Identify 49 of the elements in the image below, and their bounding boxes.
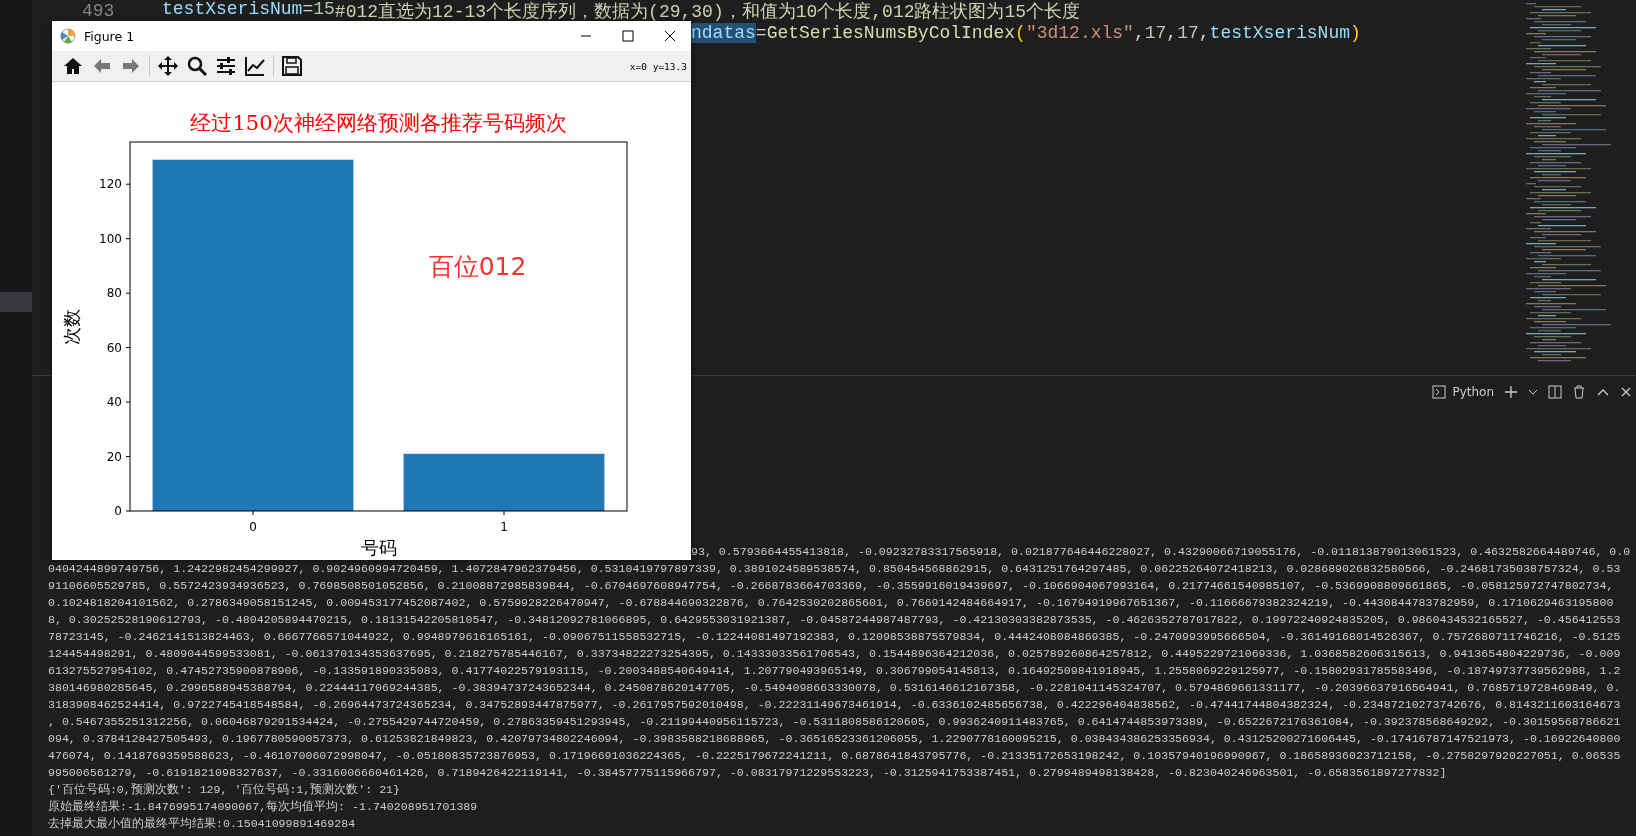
axis-label: 号码 — [360, 537, 397, 558]
terminal-output-line: 8, 0.30252528190612793, -0.4804205894470215, 0.18131542205810547, -0.34812092781066895, 0.6429553031921387, -0.04587244987487793, -0.42130303382873535, -0.4626352787017822, 0.19972240924835205, 0.9860434532165527, -0.456412553 — [48, 612, 1621, 628]
app-logo-icon — [60, 28, 76, 44]
tick-label: 120 — [99, 177, 122, 192]
terminal-output-line: 476074, 0.1418769359588623, -0.46107006072998047, -0.05180835723876953, 0.17196691036224365, -0.2225179672241211, 0.6878641843795776, -0.21335172653198242, 0.10357940196990967, 0.18658936023712158, -0.2758297920227051, 0.06535 — [48, 748, 1621, 764]
move-icon[interactable] — [157, 55, 179, 77]
terminal-output-line: 91106605529785, 0.5572423934936523, 0.7698508501052856, 0.21008872985839844, -0.6704697608947754, -0.2668783664703369, -0.3559916019439697, -0.1066904067993164, 0.21774661540985107, -0.5369908809661865, -0.058125972747802734, — [48, 578, 1614, 594]
terminal-output-line: 094, 0.3784128427505493, 0.1967780590057373, 0.61253821849823, 0.42079734802246094, -0.3983588218688965, -0.36516523361206055, 1.2290778160095215, 0.038434386253356934, 0.43125200271606445, -0.17416787147521973, -0.16922640800 — [48, 731, 1621, 747]
tick-label: 0 — [249, 520, 257, 534]
terminal-output-line: 78723145, -0.2462141513824463, 0.6667766571044922, 0.9948979616165161, -0.09067511558532715, -0.12244081497192383, 0.12098538875579834, 0.4442408084869385, -0.2470993995666504, -0.36149168014526367, 0.7572680711746216, -0.5125 — [48, 629, 1621, 645]
list-item-highlight — [0, 292, 32, 312]
terminal-output-line: 3183908462524414, 0.9722745418548584, -0.26964473724365234, 0.34752893447875977, -0.2617957592010498, -0.22231149673461914, -0.6336102485656738, 0.422296404838562, -0.47441744804382324, -0.23487210273742676, 0.8143211603164673 — [48, 697, 1621, 713]
tick-label: 0 — [114, 504, 122, 518]
terminal-profile-label[interactable]: Python — [1452, 385, 1494, 399]
tick-label: 100 — [99, 231, 122, 246]
line-chart-icon[interactable] — [244, 55, 266, 77]
terminal-output-line: {'百位号码:0,预测次数': 129, '百位号码:1,预测次数': 21} — [48, 782, 401, 798]
terminal-output-line: 93, 0.5793664455413818, -0.09232783317565918, 0.021877646446228027, 0.43290066719055176, -0.011813879013061523, 0.4632582664489746, 0.0 — [691, 544, 1631, 560]
terminal-output-line: 0.1024818204101562, 0.2786349058151245, 0.009453177452087402, 0.5759928226470947, -0.678844690322876, 0.7642530202865601, 0.7669142484664917, -0.16794919967651367, -0.11666679382324219, -0.4430844783782959, 0.1710629463195800 — [48, 595, 1614, 611]
code-line: ndatas=GetSeriesNumsByColIndex("3d12.xls",17,17,testXserisNum) — [691, 23, 1361, 43]
terminal-output-line: 去掉最大最小值的最终平均结果:0.15041099891469284 — [48, 816, 356, 832]
plus-icon[interactable] — [1504, 385, 1518, 399]
search-icon[interactable] — [186, 55, 208, 77]
chart-title: 经过150次神经网络预测各推荐号码频次 — [190, 111, 567, 135]
terminal-output-line: 原始最终结果:-1.8476995174090067,每次均值平均: -1.740208951701389 — [48, 799, 478, 815]
terminal-icon — [1432, 385, 1447, 399]
save-icon[interactable] — [281, 55, 303, 77]
sliders-icon[interactable] — [215, 55, 237, 77]
code-line: testXserisNum=15#012直选为12-13个长度序列，数据为(29,30)，和值为10个长度,012路柱状图为15个长度 — [162, 0, 1081, 23]
axis-label: 次数 — [61, 308, 82, 345]
home-icon[interactable] — [62, 55, 84, 77]
terminal-output-line: 995006561279, -0.6191821098327637, -0.3316006660461426, 0.7189426422119141, -0.38457775115966797, -0.08317971229553223, -0.3125941753387451, 0.2799489498138428, -0.823040246963501, -0.6583561897277832] — [48, 765, 1447, 781]
line-number: 493 — [82, 1, 116, 21]
tick-label: 80 — [106, 286, 122, 301]
terminal-output-line: 124454498291, 0.4809044599533081, -0.061370134353637695, 0.218275785446167, 0.33734822273254395, 0.14333033561706543, 0.1544896364212036, 0.025789260864257812, 0.4495229721069336, 1.0368582606315613, 0.9413654804229736, -0.009 — [48, 646, 1621, 662]
split-icon[interactable] — [1548, 385, 1562, 399]
tick-label: 1 — [500, 520, 508, 534]
terminal-output-line: 0404244899749756, 1.2422982454299927, 0.9024960994720459, 1.4072847962379456, 0.5310419797897339, 0.3891024589538574, 0.850454568862915, 0.6431251764297485, 0.06225264072418213, 0.028689026832580566, -0.24681735038757324, 0.53 — [48, 561, 1621, 577]
terminal-output-line: 380146980285645, 0.2996588945388794, 0.22444117069244385, -0.38394737243652344, 0.2450878620147705, -0.5494098663330078, 0.5316146612167358, -0.2281041145324707, 0.5794869661331177, -0.20396637916564941, 0.7685719728469849, 0. — [48, 680, 1621, 696]
window-title: Figure 1 — [84, 28, 136, 44]
chart-annotation: 百位012 — [428, 251, 527, 281]
close-icon[interactable] — [1620, 385, 1632, 399]
tick-label: 40 — [106, 395, 122, 410]
cursor-coordinates: x=0 y=13.3 — [629, 60, 687, 72]
tick-label: 60 — [106, 340, 122, 355]
trash-icon[interactable] — [1572, 385, 1586, 399]
tick-label: 20 — [106, 449, 122, 464]
terminal-output-line: 613275527954102, 0.47452735900878906, -0.133591890335083, 0.41774022579193115, -0.2003488540649414, 1.207790493965149, 0.306799054145813, 0.16492509841918945, 1.2558069229125977, -0.15802931785583496, -0.18749737739562988, 1.2 — [48, 663, 1621, 679]
terminal-output-line: , 0.5467355251312256, 0.06046879291534424, -0.2755429744720459, 0.27863359451293945, -0.21199440956115723, -0.5311808586120605, 0.9936240911483765, 0.6414744853973389, -0.6522672176361084, -0.392378568649292, -0.30159568786621 — [48, 714, 1621, 730]
